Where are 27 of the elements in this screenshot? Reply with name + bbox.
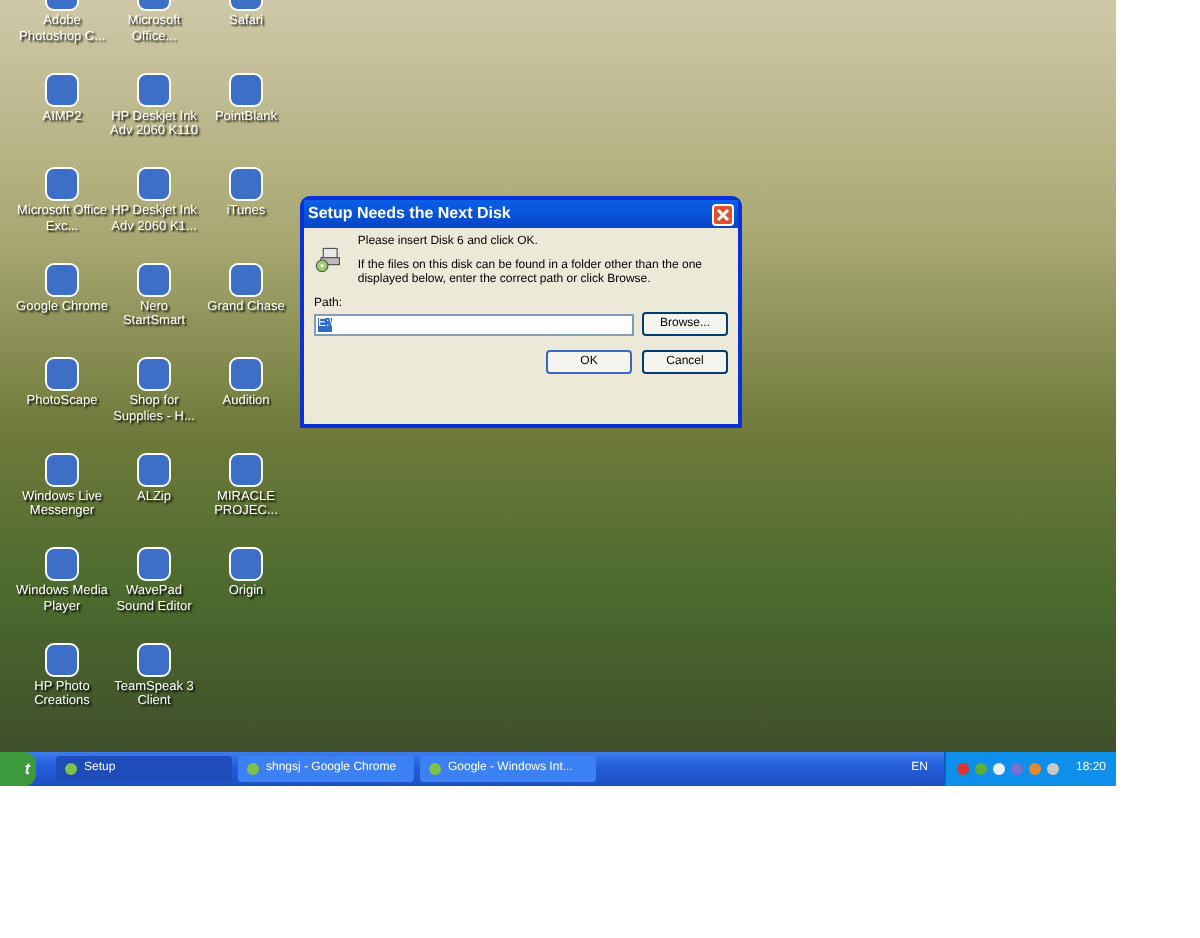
app-icon bbox=[228, 451, 264, 487]
close-button[interactable] bbox=[712, 203, 734, 225]
app-icon bbox=[44, 451, 80, 487]
start-button[interactable]: t bbox=[0, 752, 36, 786]
app-icon bbox=[228, 166, 264, 202]
app-icon bbox=[228, 546, 264, 582]
app-icon bbox=[428, 762, 442, 776]
app-icon bbox=[228, 356, 264, 392]
app-icon bbox=[136, 166, 172, 202]
app-icon bbox=[44, 261, 80, 297]
app-icon bbox=[136, 356, 172, 392]
app-icon bbox=[228, 71, 264, 107]
app-icon bbox=[136, 546, 172, 582]
app-icon bbox=[44, 546, 80, 582]
app-icon bbox=[136, 261, 172, 297]
app-icon bbox=[136, 451, 172, 487]
window-title: Setup Needs the Next Disk bbox=[308, 202, 511, 226]
close-icon bbox=[716, 207, 730, 221]
app-icon bbox=[44, 641, 80, 677]
app-icon bbox=[136, 71, 172, 107]
app-icon bbox=[64, 762, 78, 776]
app-icon bbox=[44, 166, 80, 202]
app-icon bbox=[44, 71, 80, 107]
app-icon bbox=[246, 762, 260, 776]
app-icon bbox=[228, 261, 264, 297]
app-icon bbox=[136, 641, 172, 677]
app-icon bbox=[44, 356, 80, 392]
